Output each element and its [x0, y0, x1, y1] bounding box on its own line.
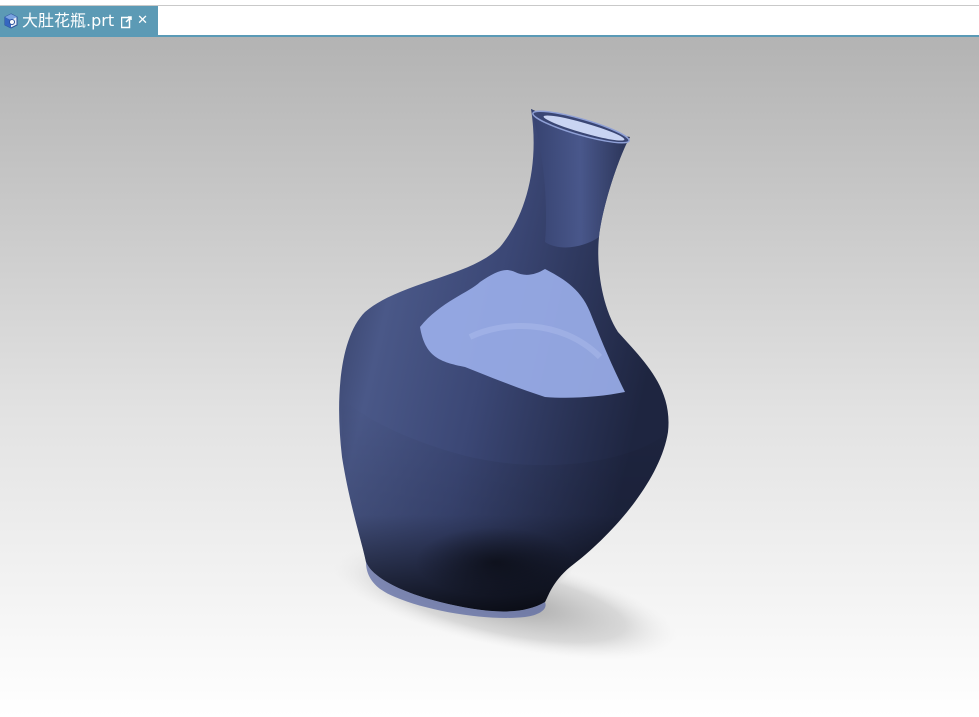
document-tab-bar: 大肚花瓶.prt ✕	[0, 6, 979, 37]
undock-icon[interactable]	[120, 14, 132, 29]
close-icon[interactable]: ✕	[137, 6, 148, 35]
viewport-canvas[interactable]	[0, 37, 979, 717]
part-file-icon	[3, 12, 19, 29]
graphics-viewport[interactable]	[0, 37, 979, 717]
tab-title: 大肚花瓶.prt	[22, 11, 115, 30]
tab-vase-part[interactable]: 大肚花瓶.prt ✕	[0, 6, 158, 35]
vase-base-shadow	[415, 527, 575, 597]
